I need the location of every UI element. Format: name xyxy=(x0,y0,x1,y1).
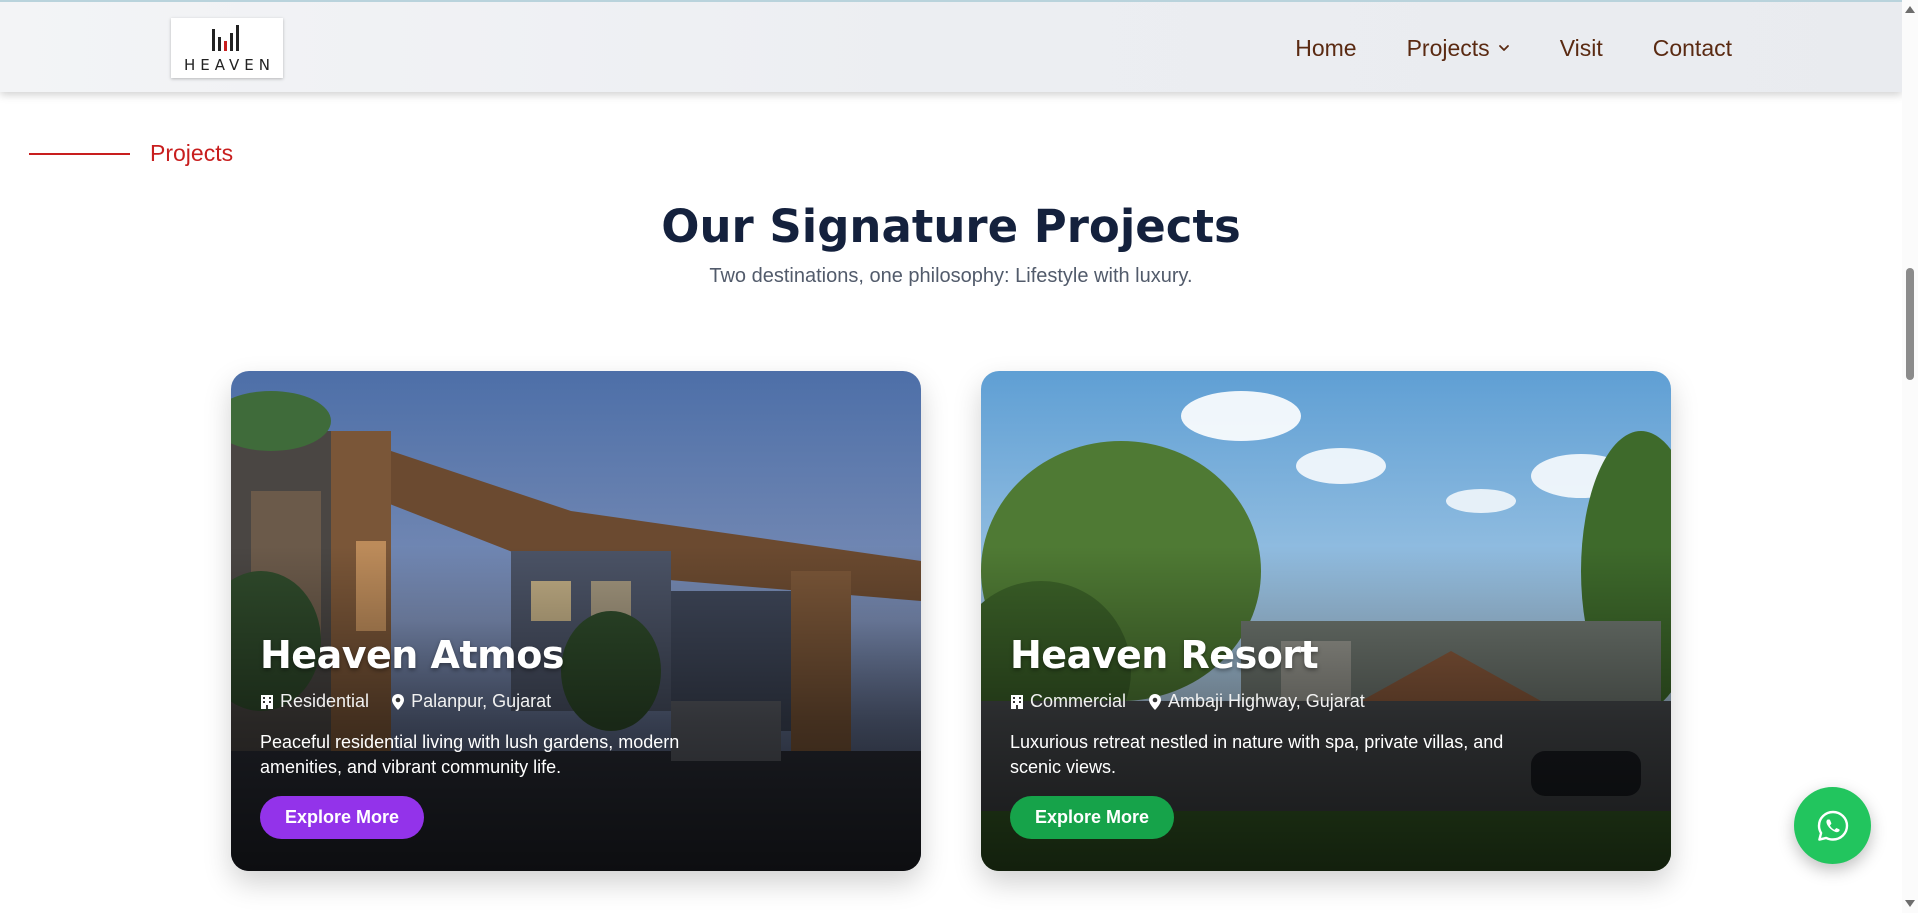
section-subtitle: Two destinations, one philosophy: Lifest… xyxy=(709,265,1193,287)
explore-more-button[interactable]: Explore More xyxy=(260,796,425,839)
building-icon xyxy=(261,694,273,709)
main-nav: Home Projects Visit Contact xyxy=(1245,2,1732,94)
card-body: Heaven Atmos Residential Palanpur, Gujar… xyxy=(260,633,892,780)
nav-home[interactable]: Home xyxy=(1295,35,1356,62)
page: HEAVEN Home Projects Visit Contact Proje… xyxy=(0,0,1918,913)
nav-projects-label: Projects xyxy=(1406,34,1490,61)
scroll-down-arrow-icon[interactable] xyxy=(1905,900,1915,907)
project-location: Ambaji Highway, Gujarat xyxy=(1148,691,1365,712)
chevron-down-icon xyxy=(1498,45,1509,51)
map-pin-icon xyxy=(392,693,405,710)
project-title: Heaven Resort xyxy=(1010,633,1319,677)
project-type-label: Commercial xyxy=(1030,691,1127,711)
nav-visit-label: Visit xyxy=(1559,34,1603,61)
scrollbar-thumb[interactable] xyxy=(1906,268,1914,380)
project-type-label: Residential xyxy=(280,691,370,711)
project-location: Palanpur, Gujarat xyxy=(391,691,551,712)
project-type: Commercial xyxy=(1010,691,1126,712)
nav-contact-label: Contact xyxy=(1652,34,1732,61)
eyebrow-divider xyxy=(29,152,130,155)
project-card-atmos: Heaven Atmos Residential Palanpur, Gujar… xyxy=(231,371,921,871)
nav-home-label: Home xyxy=(1295,34,1357,61)
logo-bars-icon xyxy=(212,25,239,51)
project-title: Heaven Atmos xyxy=(260,633,564,677)
project-meta: Residential Palanpur, Gujarat xyxy=(260,691,892,712)
whatsapp-icon xyxy=(1817,810,1848,841)
project-location-label: Palanpur, Gujarat xyxy=(411,691,552,711)
nav-projects[interactable]: Projects xyxy=(1407,35,1510,62)
eyebrow-label: Projects xyxy=(150,140,234,166)
nav-contact[interactable]: Contact xyxy=(1653,35,1732,62)
page-scrollbar[interactable] xyxy=(1902,0,1918,913)
logo-text: HEAVEN xyxy=(183,56,276,74)
card-body: Heaven Resort Commercial Ambaji Highway,… xyxy=(1010,633,1642,780)
project-description: Luxurious retreat nestled in nature with… xyxy=(1010,732,1504,777)
project-location-label: Ambaji Highway, Gujarat xyxy=(1168,691,1365,711)
scroll-up-arrow-icon[interactable] xyxy=(1905,6,1915,13)
top-navbar: HEAVEN Home Projects Visit Contact xyxy=(0,0,1902,92)
map-pin-icon xyxy=(1149,693,1162,710)
logo[interactable]: HEAVEN xyxy=(171,18,283,78)
project-type: Residential xyxy=(260,691,369,712)
whatsapp-button[interactable] xyxy=(1794,787,1871,864)
section-eyebrow: Projects xyxy=(29,140,233,167)
project-card-resort: Heaven Resort Commercial Ambaji Highway,… xyxy=(981,371,1671,871)
nav-visit[interactable]: Visit xyxy=(1560,35,1603,62)
project-meta: Commercial Ambaji Highway, Gujarat xyxy=(1010,691,1642,712)
project-description: Peaceful residential living with lush ga… xyxy=(260,732,680,777)
building-icon xyxy=(1011,694,1023,709)
explore-more-button[interactable]: Explore More xyxy=(1010,796,1175,839)
section-title: Our Signature Projects xyxy=(661,200,1241,253)
